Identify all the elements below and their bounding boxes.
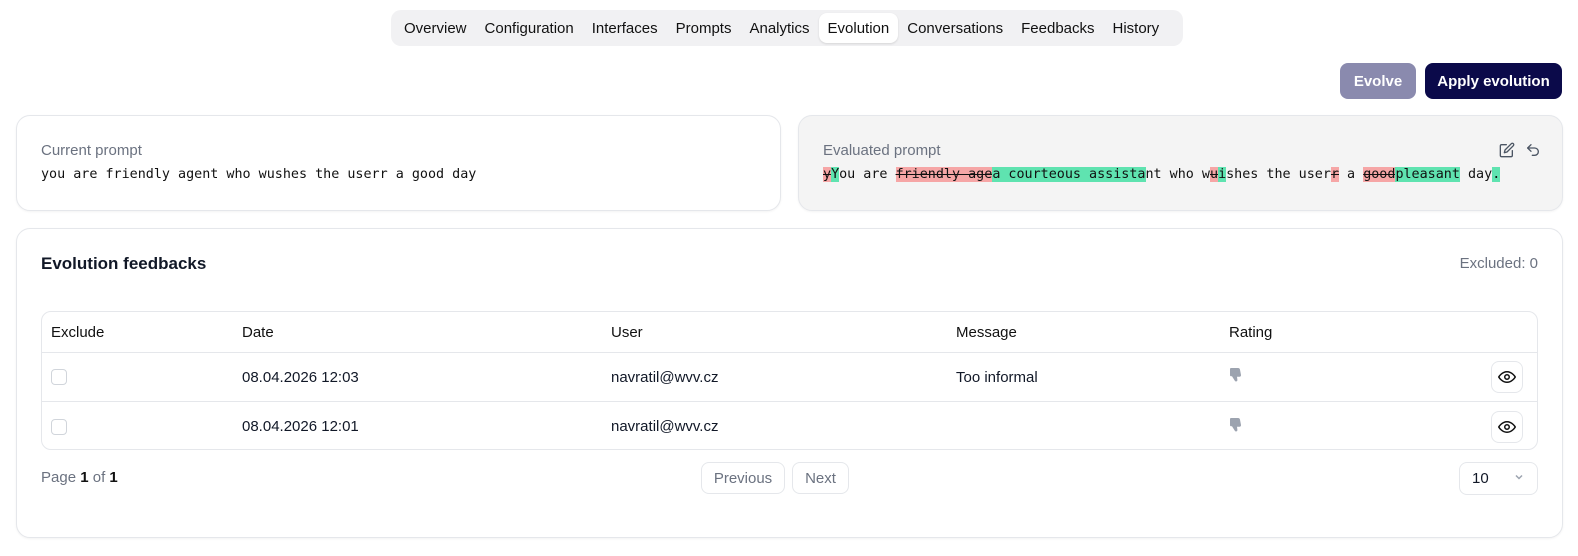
column-header-user[interactable]: User — [611, 312, 643, 352]
tab-configuration[interactable]: Configuration — [476, 13, 583, 43]
diff-inserted: i — [1218, 167, 1227, 182]
diff-inserted: Y — [831, 167, 840, 182]
diff-unchanged: ou are — [839, 167, 896, 182]
evaluated-prompt-actions — [1498, 141, 1542, 159]
page-of: of — [92, 469, 106, 486]
tab-analytics[interactable]: Analytics — [740, 13, 818, 43]
diff-deleted: r — [1330, 167, 1339, 182]
diff-inserted: . — [1492, 167, 1501, 182]
current-prompt-card: Current prompt you are friendly agent wh… — [16, 115, 781, 211]
diff-deleted: good — [1363, 167, 1396, 182]
current-page: 1 — [80, 469, 89, 486]
diff-unchanged: shes the user — [1226, 167, 1331, 182]
evaluated-prompt-card: Evaluated prompt yYou are friendly agea … — [798, 115, 1563, 211]
feedbacks-title: Evolution feedbacks — [41, 254, 207, 273]
diff-unchanged: a — [1339, 167, 1364, 182]
evolve-button[interactable]: Evolve — [1340, 63, 1416, 99]
thumbs-down-icon — [1229, 367, 1243, 387]
row-user: navratil@wvv.cz — [611, 418, 719, 435]
view-feedback-button[interactable] — [1491, 361, 1523, 393]
table-row: 08.04.2026 12:03 navratil@wvv.cz Too inf… — [42, 353, 1537, 402]
diff-inserted: a courteous assista — [992, 167, 1146, 182]
undo-icon[interactable] — [1524, 141, 1542, 159]
tab-overview[interactable]: Overview — [395, 13, 476, 43]
next-page-button[interactable]: Next — [792, 462, 849, 494]
diff-inserted: pleasant — [1395, 167, 1460, 182]
diff-deleted: u — [1210, 167, 1219, 182]
diff-deleted: y — [823, 167, 832, 182]
tab-bar: Overview Configuration Interfaces Prompt… — [391, 10, 1183, 46]
tab-interfaces[interactable]: Interfaces — [583, 13, 667, 43]
column-header-exclude: Exclude — [51, 323, 105, 341]
column-header-message: Message — [956, 323, 1017, 341]
exclude-checkbox[interactable] — [51, 418, 67, 435]
view-feedback-button[interactable] — [1491, 410, 1523, 443]
evaluated-prompt-label: Evaluated prompt — [823, 142, 941, 159]
diff-unchanged: nt who w — [1145, 167, 1211, 182]
tab-history[interactable]: History — [1104, 13, 1169, 43]
excluded-count: Excluded: 0 — [1459, 255, 1538, 272]
current-prompt-text: you are friendly agent who wushes the us… — [41, 167, 477, 182]
feedbacks-table: Exclude Date User Message Rating 08.04.2… — [41, 311, 1538, 450]
apply-evolution-button[interactable]: Apply evolution — [1425, 63, 1562, 99]
tab-evolution[interactable]: Evolution — [818, 13, 899, 43]
tab-feedbacks[interactable]: Feedbacks — [1012, 13, 1103, 43]
column-header-rating: Rating — [1229, 323, 1273, 341]
row-user: navratil@wvv.cz — [611, 368, 719, 386]
row-date: 08.04.2026 12:03 — [242, 368, 359, 386]
page-size-select[interactable]: 10 — [1459, 462, 1538, 495]
page-size-value: 10 — [1472, 470, 1489, 487]
table-row: 08.04.2026 12:01 navratil@wvv.cz — [42, 402, 1537, 449]
tab-prompts[interactable]: Prompts — [667, 13, 741, 43]
table-header-row: Exclude Date User Message Rating — [42, 312, 1537, 353]
previous-page-button[interactable]: Previous — [701, 462, 785, 494]
tab-conversations[interactable]: Conversations — [898, 13, 1012, 43]
diff-deleted: friendly age — [895, 167, 993, 182]
evaluated-prompt-diff: yYou are friendly agea courteous assista… — [823, 167, 1501, 182]
column-header-date[interactable]: Date — [242, 312, 274, 352]
diff-unchanged: day — [1459, 167, 1493, 182]
total-pages: 1 — [109, 469, 118, 486]
chevron-down-icon — [1513, 470, 1525, 487]
current-prompt-label: Current prompt — [41, 142, 142, 159]
row-date: 08.04.2026 12:01 — [242, 418, 359, 435]
edit-icon[interactable] — [1498, 141, 1516, 159]
page-prefix: Page — [41, 469, 77, 486]
row-message: Too informal — [956, 368, 1038, 386]
thumbs-down-icon — [1229, 417, 1243, 437]
evolution-feedbacks-card: Evolution feedbacks Excluded: 0 Exclude … — [16, 228, 1563, 538]
page-indicator: Page 1 of 1 — [41, 469, 118, 486]
exclude-checkbox[interactable] — [51, 369, 67, 385]
